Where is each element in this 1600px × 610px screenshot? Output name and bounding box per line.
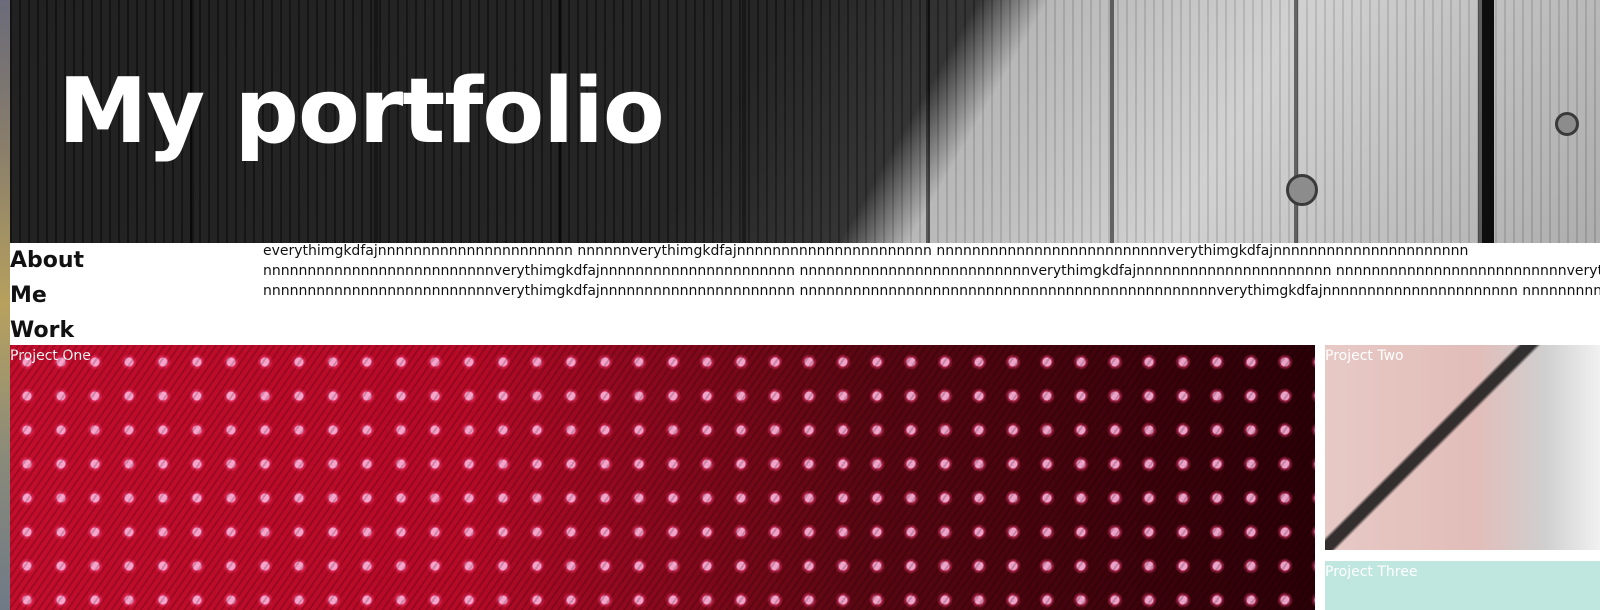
project-card-label: Project Three bbox=[1325, 564, 1418, 580]
page-edge-strip bbox=[0, 0, 10, 610]
intro-text: everythimgkdfajnnnnnnnnnnnnnnnnnnnnnn nn… bbox=[263, 241, 1600, 301]
nav-item-work[interactable]: Work bbox=[10, 313, 250, 348]
hero-plank-seam bbox=[1482, 0, 1494, 243]
page-title: My portfolio bbox=[58, 59, 665, 164]
project-card-label: Project One bbox=[10, 348, 91, 364]
project-card-three[interactable]: Project Three bbox=[1325, 561, 1600, 610]
nav-item-me[interactable]: Me bbox=[10, 278, 250, 313]
intro-line: everythimgkdfajnnnnnnnnnnnnnnnnnnnnnn nn… bbox=[263, 243, 1469, 259]
project-card-two[interactable]: Project Two bbox=[1325, 345, 1600, 550]
intro-line: nnnnnnnnnnnnnnnnnnnnnnnnnnverythimgkdfaj… bbox=[263, 283, 1600, 299]
hero-wood-knot bbox=[1286, 174, 1318, 206]
project-card-label: Project Two bbox=[1325, 348, 1404, 364]
project-card-one[interactable]: Project One bbox=[10, 345, 1315, 610]
nav-item-about[interactable]: About bbox=[10, 243, 250, 278]
main-nav: About Me Work bbox=[10, 243, 250, 348]
intro-line: nnnnnnnnnnnnnnnnnnnnnnnnnnverythimgkdfaj… bbox=[263, 263, 1600, 279]
hero-wood-knot bbox=[1555, 112, 1579, 136]
hero-banner: My portfolio bbox=[10, 0, 1600, 243]
